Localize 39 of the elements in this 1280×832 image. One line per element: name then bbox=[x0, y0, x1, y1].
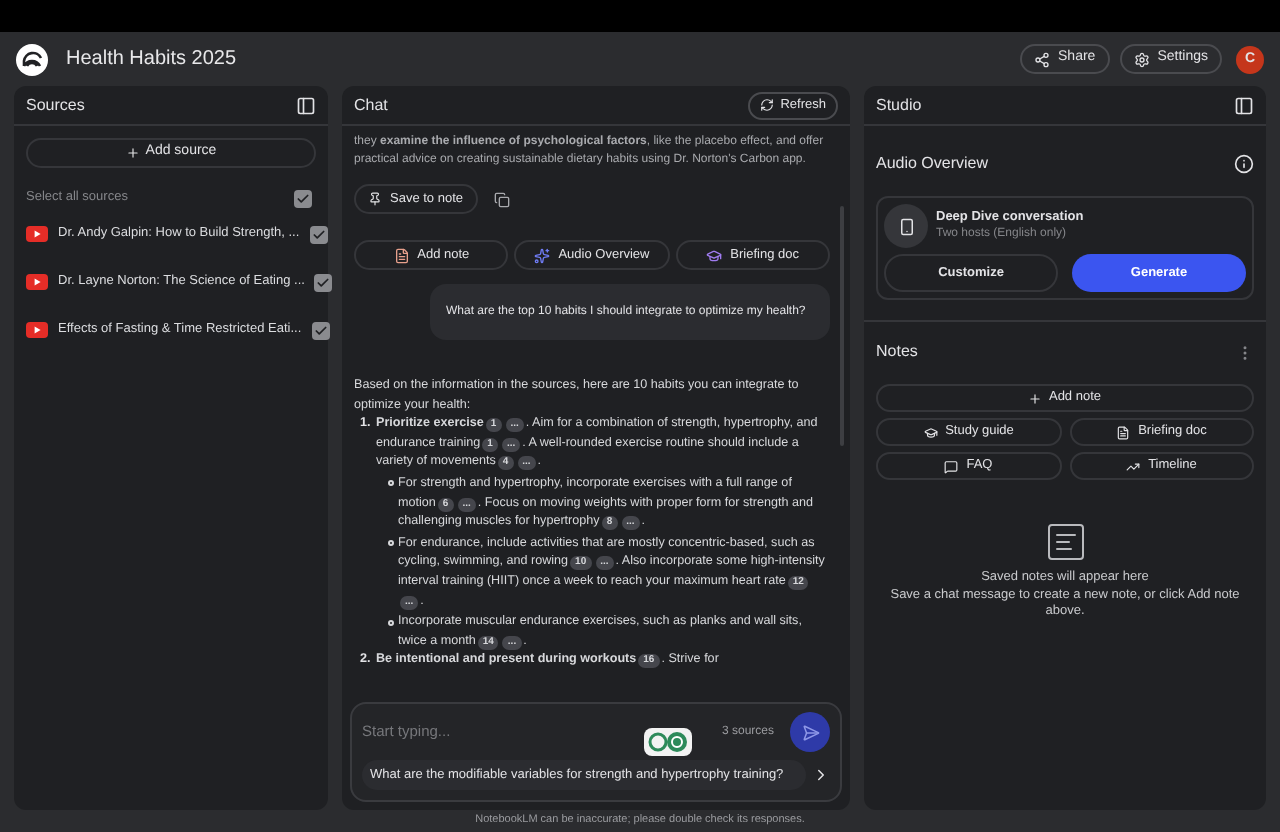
copy-icon[interactable] bbox=[493, 191, 509, 207]
checkbox[interactable] bbox=[314, 273, 333, 291]
graduation-cap-icon bbox=[706, 247, 723, 263]
checkbox[interactable] bbox=[309, 225, 328, 243]
refresh-icon bbox=[760, 98, 775, 112]
panel-toggle-icon[interactable] bbox=[296, 95, 316, 115]
settings-icon bbox=[1133, 51, 1150, 67]
extension-icon bbox=[644, 728, 692, 756]
note-icon bbox=[1047, 524, 1083, 560]
send-icon bbox=[801, 723, 819, 741]
bullet-icon bbox=[388, 540, 394, 547]
panel-toggle-icon[interactable] bbox=[1234, 95, 1254, 115]
document-icon bbox=[393, 247, 410, 263]
trend-line-icon bbox=[1126, 459, 1141, 473]
pin-icon bbox=[368, 192, 382, 206]
video-icon bbox=[26, 322, 48, 338]
sparkle-icon bbox=[534, 247, 551, 263]
video-icon bbox=[26, 226, 48, 242]
bullet-icon bbox=[388, 619, 394, 626]
checkbox[interactable] bbox=[311, 321, 330, 339]
notebook-title: Health Habits 2025 bbox=[66, 46, 237, 74]
info-icon[interactable] bbox=[1234, 154, 1254, 174]
section-title: Audio Overview bbox=[876, 152, 989, 176]
graduation-cap-icon bbox=[923, 425, 938, 439]
device-icon bbox=[897, 217, 915, 235]
share-icon bbox=[1034, 51, 1051, 67]
logo-icon bbox=[16, 43, 48, 75]
video-icon bbox=[26, 274, 48, 290]
section-title: Notes bbox=[876, 340, 918, 364]
message-icon bbox=[944, 459, 959, 473]
send-button[interactable] bbox=[790, 712, 830, 752]
plus-icon bbox=[1028, 391, 1043, 405]
bullet-icon bbox=[388, 480, 394, 487]
plus-icon bbox=[125, 146, 140, 160]
panel-title: Studio bbox=[876, 93, 922, 117]
document-icon bbox=[1116, 425, 1131, 439]
panel-title: Sources bbox=[26, 93, 85, 117]
panel-title: Chat bbox=[354, 93, 388, 117]
checkbox[interactable] bbox=[294, 189, 312, 207]
